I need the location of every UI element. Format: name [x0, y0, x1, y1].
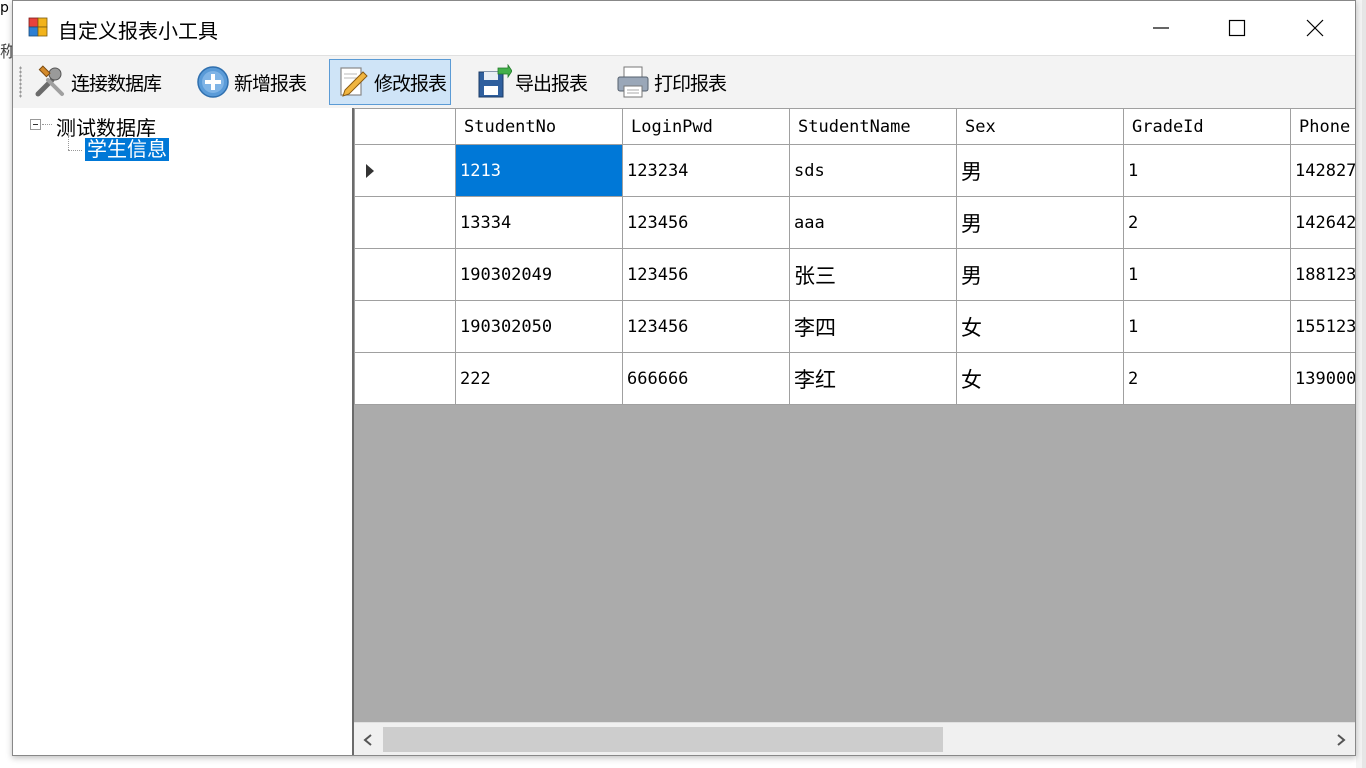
minimize-icon [1153, 27, 1169, 29]
table-cell[interactable]: 1 [1123, 248, 1291, 301]
column-header-loginpwd[interactable]: LoginPwd [622, 108, 790, 145]
scroll-right-button[interactable] [1327, 723, 1355, 755]
table-cell[interactable]: 男 [956, 196, 1124, 249]
connect-database-label: 连接数据库 [71, 72, 162, 95]
background-text-fragment: p [0, 0, 9, 16]
table-cell[interactable]: 张三 [789, 248, 957, 301]
background-app-edge [0, 0, 12, 768]
table-cell[interactable]: 2 [1123, 196, 1291, 249]
table-cell[interactable]: 188123 [1290, 248, 1355, 301]
table-row[interactable]: 190302049 123456 张三 男 1 188123 [354, 248, 1355, 301]
row-header[interactable] [354, 300, 456, 353]
table-cell[interactable]: 2 [1123, 352, 1291, 405]
row-header[interactable] [354, 196, 456, 249]
table-cell[interactable]: 1 [1123, 144, 1291, 197]
scrollbar-thumb[interactable] [383, 727, 943, 752]
background-app-edge [1362, 0, 1366, 768]
table-cell[interactable]: 13334 [455, 196, 623, 249]
connect-database-button[interactable]: 连接数据库 [27, 59, 165, 105]
table-cell[interactable]: 123456 [622, 196, 790, 249]
table-cell[interactable]: 李四 [789, 300, 957, 353]
table-cell[interactable]: 123456 [622, 248, 790, 301]
column-header-studentname[interactable]: StudentName [789, 108, 957, 145]
table-cell[interactable]: 190302049 [455, 248, 623, 301]
row-header[interactable] [354, 144, 456, 197]
column-header-studentno[interactable]: StudentNo [455, 108, 623, 145]
table-cell[interactable]: 123234 [622, 144, 790, 197]
export-report-button[interactable]: 导出报表 [471, 59, 591, 105]
edit-report-button[interactable]: 修改报表 [329, 59, 452, 105]
current-row-arrow-icon [366, 164, 374, 178]
add-circle-icon [194, 63, 232, 101]
table-cell[interactable]: 123456 [622, 300, 790, 353]
column-header-gradeid[interactable]: GradeId [1123, 108, 1291, 145]
scroll-left-button[interactable] [354, 723, 382, 755]
main-window: 自定义报表小工具 连接数据库 新增报表 修改报表 导出报表 打印报表 测试数据库… [12, 0, 1356, 756]
table-cell[interactable]: 1 [1123, 300, 1291, 353]
tree-node-student-info[interactable]: 学生信息 [85, 138, 169, 161]
table-cell[interactable]: 190302050 [455, 300, 623, 353]
toolbar: 连接数据库 新增报表 修改报表 导出报表 打印报表 [13, 55, 1355, 110]
student-table: StudentNo LoginPwd StudentName Sex Grade… [354, 108, 1355, 405]
table-cell[interactable]: 女 [956, 300, 1124, 353]
export-save-icon [475, 63, 513, 101]
data-grid: StudentNo LoginPwd StudentName Sex Grade… [354, 108, 1355, 755]
row-header[interactable] [354, 248, 456, 301]
chevron-right-icon [1337, 733, 1346, 746]
table-cell[interactable]: 139000 [1290, 352, 1355, 405]
corner-header[interactable] [354, 108, 456, 145]
table-cell[interactable]: 男 [956, 144, 1124, 197]
table-cell[interactable]: 155123 [1290, 300, 1355, 353]
toolbar-grip[interactable] [19, 66, 22, 98]
chevron-left-icon [363, 733, 372, 746]
table-cell[interactable]: 男 [956, 248, 1124, 301]
add-report-label: 新增报表 [234, 72, 307, 95]
tree-connector [68, 150, 82, 151]
table-row[interactable]: 13334 123456 aaa 男 2 142642 [354, 196, 1355, 249]
column-header-phone[interactable]: Phone [1290, 108, 1355, 145]
print-report-label: 打印报表 [654, 72, 727, 95]
table-cell[interactable]: 222 [455, 352, 623, 405]
column-header-sex[interactable]: Sex [956, 108, 1124, 145]
table-cell[interactable]: 女 [956, 352, 1124, 405]
table-cell[interactable]: 666666 [622, 352, 790, 405]
table-cell[interactable]: sds [789, 144, 957, 197]
maximize-button[interactable] [1208, 1, 1266, 55]
header-row: StudentNo LoginPwd StudentName Sex Grade… [354, 108, 1355, 145]
close-icon [1306, 19, 1324, 37]
tree-connector [42, 124, 52, 125]
table-cell[interactable]: 1213 [455, 144, 623, 197]
database-tree: 测试数据库 学生信息 [13, 108, 354, 755]
table-cell[interactable]: aaa [789, 196, 957, 249]
row-header[interactable] [354, 352, 456, 405]
tree-connector [68, 132, 69, 150]
table-row[interactable]: 1213 123234 sds 男 1 142827 [354, 144, 1355, 197]
edit-document-icon [334, 63, 372, 101]
minimize-button[interactable] [1132, 1, 1190, 55]
table-cell[interactable]: 李红 [789, 352, 957, 405]
table-cell[interactable]: 142642 [1290, 196, 1355, 249]
collapse-toggle[interactable] [30, 119, 41, 130]
app-icon [28, 17, 48, 37]
add-report-button[interactable]: 新增报表 [190, 59, 310, 105]
window-title: 自定义报表小工具 [58, 19, 218, 43]
table-row[interactable]: 190302050 123456 李四 女 1 155123 [354, 300, 1355, 353]
export-report-label: 导出报表 [515, 72, 588, 95]
table-row[interactable]: 222 666666 李红 女 2 139000 [354, 352, 1355, 405]
horizontal-scrollbar[interactable] [354, 722, 1355, 755]
edit-report-label: 修改报表 [374, 72, 447, 95]
title-bar[interactable]: 自定义报表小工具 [13, 1, 1355, 55]
maximize-icon [1228, 19, 1246, 37]
tools-icon [31, 63, 69, 101]
table-cell[interactable]: 142827 [1290, 144, 1355, 197]
print-report-button[interactable]: 打印报表 [610, 59, 730, 105]
printer-icon [614, 63, 652, 101]
close-button[interactable] [1286, 1, 1344, 55]
